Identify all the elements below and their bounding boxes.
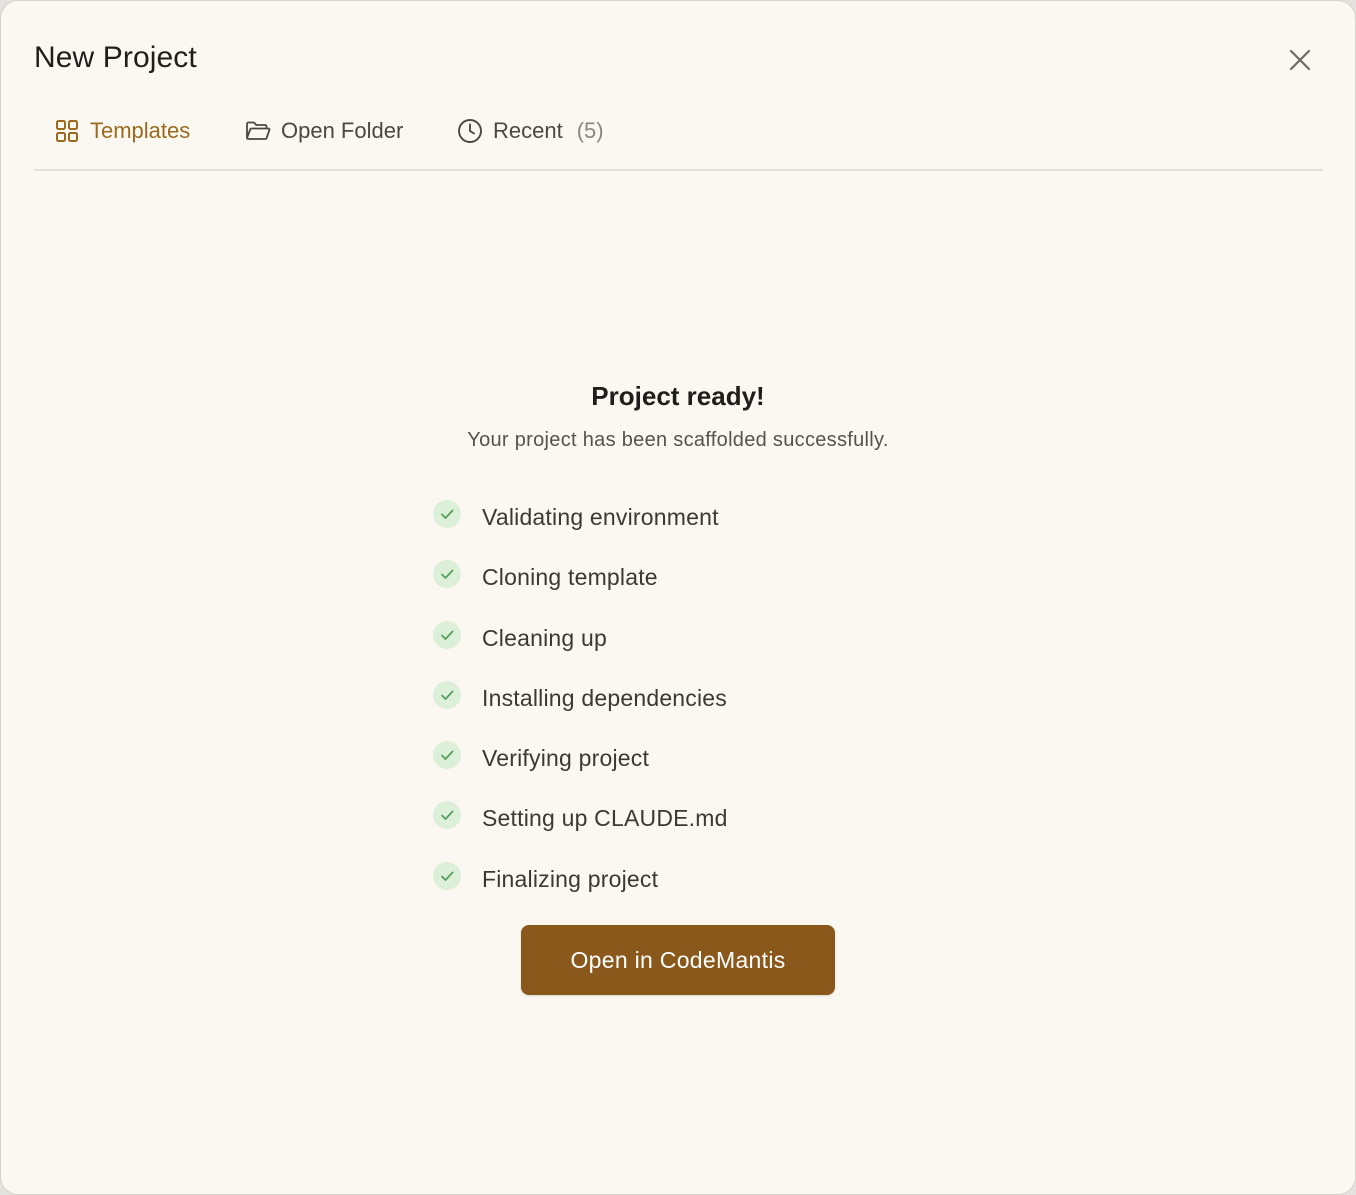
check-icon (433, 620, 461, 649)
check-icon (433, 500, 461, 528)
tab-open-folder-label: Open Folder (281, 118, 404, 143)
close-button[interactable] (1284, 44, 1316, 76)
result-subheading: Your project has been scaffolded success… (467, 429, 889, 451)
dialog-title: New Project (34, 41, 197, 74)
step-item: Cloning template (433, 557, 728, 617)
tab-recent[interactable]: Recent (5) (457, 105, 604, 157)
close-icon (1289, 49, 1311, 71)
folder-open-icon (245, 118, 271, 144)
check-icon (433, 560, 461, 589)
result-heading: Project ready! (591, 381, 765, 411)
new-project-dialog: New Project Templates Open Folder Recent… (0, 0, 1356, 1195)
progress-steps-list: Validating environment Cloning template … (433, 497, 728, 919)
step-label: Setting up CLAUDE.md (482, 805, 728, 832)
grid-icon (54, 118, 80, 144)
step-item: Cleaning up (433, 618, 728, 678)
check-icon (433, 680, 461, 709)
tab-bar: Templates Open Folder Recent (5) (34, 105, 1323, 171)
tab-open-folder[interactable]: Open Folder (245, 105, 403, 157)
tab-templates-label: Templates (90, 118, 191, 143)
step-item: Installing dependencies (433, 678, 728, 738)
check-icon (433, 741, 461, 770)
open-in-codemantis-button[interactable]: Open in CodeMantis (521, 925, 835, 995)
step-item: Setting up CLAUDE.md (433, 798, 728, 858)
clock-icon (457, 118, 483, 144)
step-label: Cleaning up (482, 624, 607, 651)
step-item: Validating environment (433, 497, 728, 557)
check-icon (433, 801, 461, 830)
recent-count-badge: (5) (576, 118, 604, 143)
step-label: Validating environment (482, 504, 719, 530)
step-item: Finalizing project (433, 859, 728, 919)
tab-recent-label: Recent (493, 118, 563, 143)
step-item: Verifying project (433, 738, 728, 798)
check-icon (433, 861, 461, 890)
step-label: Verifying project (482, 745, 650, 772)
step-label: Installing dependencies (482, 684, 727, 711)
step-label: Cloning template (482, 564, 658, 591)
step-label: Finalizing project (482, 865, 659, 892)
tab-templates[interactable]: Templates (54, 105, 190, 157)
